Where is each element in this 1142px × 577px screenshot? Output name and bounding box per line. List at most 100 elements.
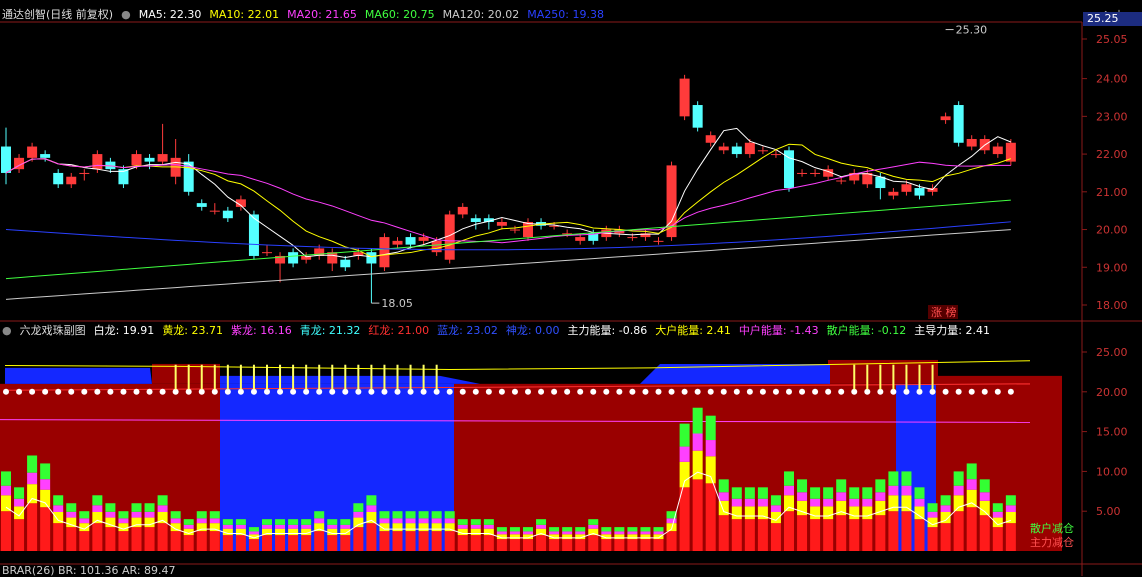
energy-bar-segment [679, 487, 690, 551]
energy-bar-segment [757, 487, 768, 499]
energy-bar-segment [601, 527, 612, 532]
energy-bar-segment [222, 524, 233, 529]
energy-bar-segment [966, 463, 977, 480]
energy-bar-segment [79, 518, 90, 524]
pearl-dot [211, 388, 218, 395]
pearl-dot [290, 388, 297, 395]
candle-body [340, 259, 351, 268]
energy-bar-segment [79, 511, 90, 519]
energy-bar-segment [849, 487, 860, 499]
energy-bar-segment [731, 498, 742, 507]
energy-bar-segment [666, 518, 677, 524]
energy-bar-segment [666, 523, 677, 532]
energy-bar-segment [575, 527, 586, 532]
energy-bar-segment [405, 511, 416, 519]
energy-bar-segment [992, 511, 1003, 518]
energy-bar-segment [614, 539, 625, 551]
energy-bar-segment [183, 519, 194, 525]
pearl-dot [603, 388, 610, 395]
candle-body [418, 237, 429, 241]
energy-bar-segment [275, 535, 286, 551]
energy-bar-segment [927, 527, 938, 551]
energy-bar-segment [222, 519, 233, 525]
energy-bar-segment [731, 506, 742, 520]
energy-bar-segment [731, 519, 742, 551]
energy-bar-segment [144, 503, 155, 512]
pearl-dot [903, 388, 910, 395]
energy-bar-segment [823, 487, 834, 499]
energy-bar-segment [549, 527, 560, 532]
candle-body [366, 252, 377, 264]
pearl-dot [277, 388, 284, 395]
energy-bar-segment [40, 479, 51, 490]
energy-bar-segment [457, 524, 468, 529]
candle-body [196, 203, 207, 207]
energy-bar-segment [496, 531, 507, 535]
energy-bar-segment [144, 511, 155, 518]
energy-bar-segment [757, 519, 768, 551]
energy-bar-segment [836, 492, 847, 501]
energy-bar-segment [418, 518, 429, 524]
candle-body [209, 210, 220, 212]
energy-bar-segment [810, 487, 821, 499]
pearl-dot [694, 388, 701, 395]
energy-bar-segment [157, 495, 168, 506]
pearl-dot [250, 388, 257, 395]
energy-bar-segment [718, 515, 729, 551]
pearl-dot [877, 388, 884, 395]
energy-bar-segment [797, 479, 808, 493]
energy-bar-segment [588, 535, 599, 551]
energy-bar-segment [992, 503, 1003, 512]
pearl-dot [16, 388, 23, 395]
sub-tick-label: 25.00 [1096, 346, 1128, 359]
energy-bar-segment [953, 485, 964, 496]
pearl-dot [394, 388, 401, 395]
energy-bar-segment [705, 456, 716, 484]
energy-bar-segment [588, 528, 599, 536]
energy-bar-segment [262, 528, 272, 536]
energy-bar-segment [979, 479, 990, 493]
energy-bar-segment [940, 505, 951, 512]
candle-body [836, 180, 847, 182]
energy-bar-segment [209, 511, 220, 519]
pearl-dot [851, 388, 858, 395]
pearl-dot [446, 388, 453, 395]
energy-bar-segment [836, 515, 847, 551]
energy-bar-segment [914, 519, 925, 551]
energy-bar-segment [496, 527, 507, 532]
candle-body [157, 154, 168, 162]
pearl-dot [264, 388, 270, 395]
energy-bar-segment [653, 531, 664, 535]
energy-bar-segment [810, 519, 821, 551]
energy-bar-segment [784, 511, 794, 551]
energy-bar-segment [483, 535, 494, 551]
energy-bar-segment [862, 519, 873, 551]
pearl-dot [172, 388, 179, 395]
energy-bar-segment [770, 523, 781, 551]
energy-bar-segment [992, 517, 1003, 528]
pearl-dot [185, 388, 192, 395]
candle-body [66, 176, 77, 185]
pearl-dot [681, 388, 688, 395]
energy-bar-segment [301, 524, 312, 529]
pearl-dot [772, 388, 779, 395]
energy-bar-segment [1005, 495, 1016, 506]
pearl-dot [629, 388, 636, 395]
energy-bar-segment [770, 511, 781, 524]
energy-bar-segment [275, 524, 286, 529]
energy-bar-segment [797, 492, 808, 501]
energy-bar-segment [718, 492, 729, 501]
energy-bar-segment [692, 433, 703, 451]
pearl-dot [433, 388, 440, 395]
candle-body [575, 237, 586, 241]
energy-bar-segment [536, 524, 547, 529]
pearl-dot [616, 388, 623, 395]
energy-bar-segment [770, 495, 781, 506]
chart-canvas[interactable]: 25.05 24.00 23.00 22.00 21.00 20.00 19.00 18.00… [0, 0, 1142, 576]
energy-bar-segment [979, 515, 990, 551]
high-label: 25.30 [956, 24, 988, 37]
pearl-dot [759, 388, 766, 395]
pearl-dot [42, 388, 49, 395]
pearl-dot [733, 388, 740, 395]
energy-bar-segment [314, 518, 325, 524]
